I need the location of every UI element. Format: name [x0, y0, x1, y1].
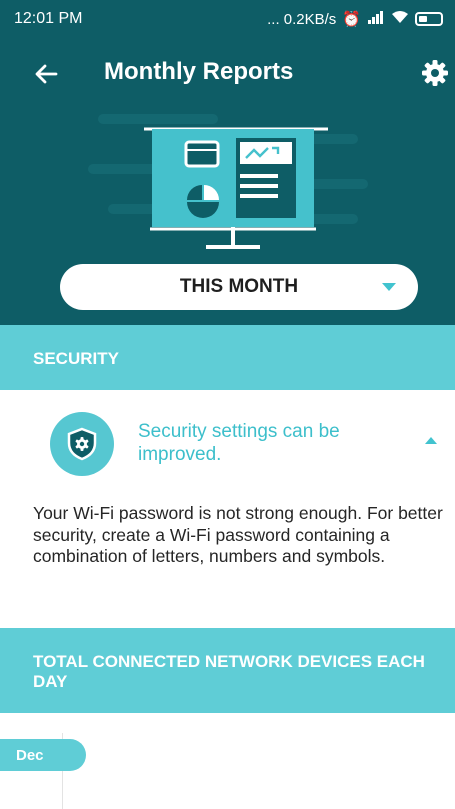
devices-chart: Dec: [0, 713, 455, 809]
status-bar: 12:01 PM ... 0.2KB/s ⏰: [0, 0, 455, 38]
back-arrow-icon: [35, 64, 58, 84]
monitor-illustration: [88, 114, 368, 249]
status-time: 12:01 PM: [14, 10, 83, 27]
month-label: Dec: [0, 739, 86, 771]
app-bar: Monthly Reports: [0, 38, 455, 108]
back-button[interactable]: [30, 58, 62, 90]
shield-gear-icon: [67, 427, 97, 461]
security-alert-body: Your Wi-Fi password is not strong enough…: [33, 503, 443, 566]
settings-button[interactable]: [420, 58, 452, 90]
gear-icon: [422, 60, 448, 86]
status-icons: ... 0.2KB/s ⏰: [267, 10, 443, 28]
period-selected-value: THIS MONTH: [179, 276, 299, 297]
security-section-header: SECURITY: [0, 325, 455, 390]
alarm-icon: ⏰: [342, 11, 361, 28]
period-dropdown[interactable]: THIS MONTH: [60, 264, 418, 310]
network-speed: ... 0.2KB/s: [267, 10, 337, 28]
security-badge: [50, 412, 114, 476]
devices-section-title: TOTAL CONNECTED NETWORK DEVICES EACH DAY: [33, 652, 425, 691]
wifi-icon: [391, 10, 409, 28]
signal-icon: [367, 10, 385, 28]
devices-section-header: TOTAL CONNECTED NETWORK DEVICES EACH DAY: [0, 628, 455, 713]
security-alert-card[interactable]: Security settings can be improved. Your …: [0, 390, 455, 628]
battery-icon: [415, 12, 443, 26]
security-section-title: SECURITY: [33, 349, 119, 368]
chevron-down-icon: [382, 283, 396, 291]
security-alert-title: Security settings can be improved.: [138, 421, 340, 465]
report-hero: Monthly Reports THIS MONTH: [0, 38, 455, 325]
page-title: Monthly Reports: [104, 58, 294, 85]
chevron-up-icon[interactable]: [425, 437, 437, 444]
